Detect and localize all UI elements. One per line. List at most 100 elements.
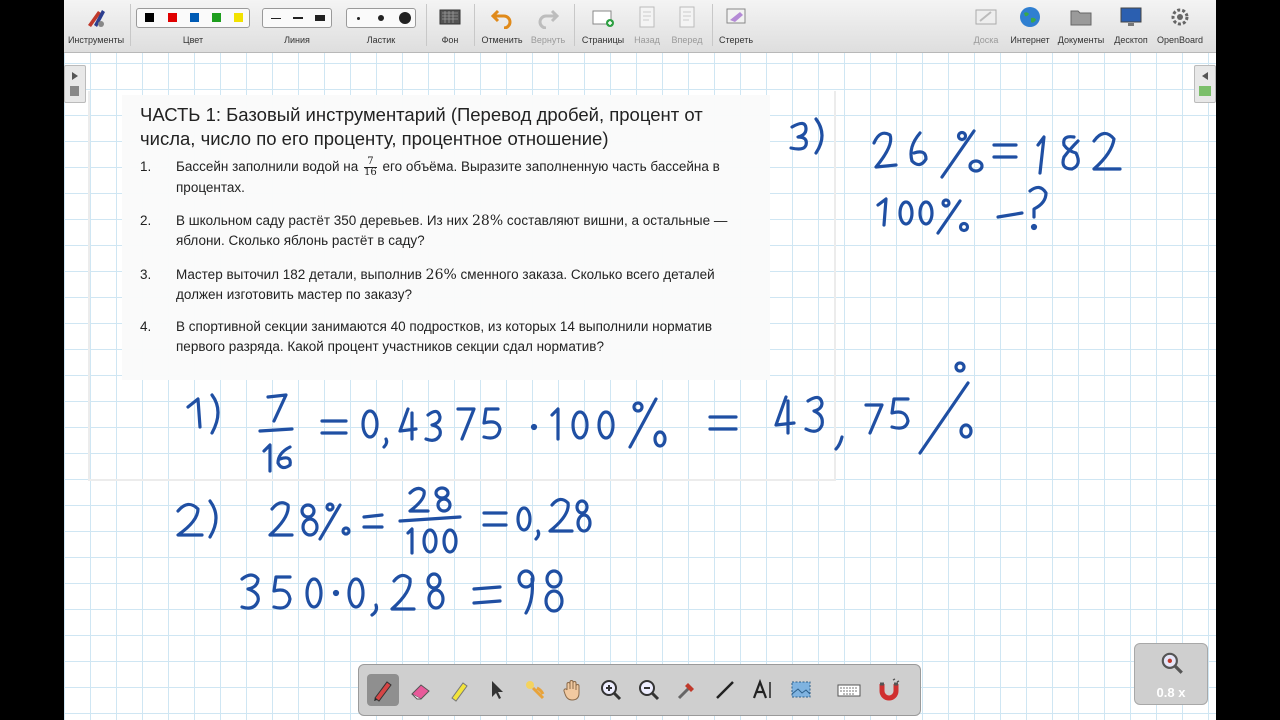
- clear-page-icon: [726, 8, 746, 24]
- undo-label: Отменить: [481, 35, 523, 45]
- tools-icon: [88, 10, 105, 27]
- laser-pointer-icon: [526, 681, 545, 700]
- keyboard-icon: [837, 684, 861, 697]
- magnet-tool-button[interactable]: [873, 674, 905, 706]
- magnet-icon: [879, 678, 900, 701]
- board-button[interactable]: Доска: [966, 0, 1006, 52]
- desktop-button[interactable]: Десктоп: [1108, 0, 1154, 52]
- capture-icon: [677, 683, 694, 700]
- toolbar-divider: [130, 4, 131, 46]
- line-thin-option[interactable]: [271, 18, 281, 19]
- line-tool-button[interactable]: [709, 674, 741, 706]
- tools-label: Инструменты: [67, 35, 125, 45]
- color-label: Цвет: [182, 35, 204, 45]
- pen-tool-button[interactable]: [367, 674, 399, 706]
- line-label: Линия: [284, 35, 310, 45]
- select-area-tool-button[interactable]: [785, 674, 817, 706]
- folder-icon: [1070, 10, 1092, 26]
- laser-tool-button[interactable]: [519, 674, 551, 706]
- gear-icon: [1171, 8, 1189, 26]
- monitor-icon: [1120, 7, 1142, 26]
- keyboard-tool-button[interactable]: [833, 674, 865, 706]
- board-label: Доска: [973, 35, 999, 45]
- eraser-tool-button[interactable]: [405, 674, 437, 706]
- globe-icon: [1020, 7, 1040, 27]
- line-width-selector: [262, 8, 332, 28]
- color-swatch-yellow[interactable]: [234, 13, 243, 22]
- hand-tool-button[interactable]: [557, 674, 589, 706]
- zoom-in-icon: [601, 680, 622, 701]
- desktop-label: Десктоп: [1114, 35, 1148, 45]
- drawing-tools-palette: [358, 664, 921, 716]
- color-swatch-blue[interactable]: [190, 13, 199, 22]
- openboard-label: OpenBoard: [1156, 35, 1204, 45]
- openboard-window: Инструменты Цвет Линия Ластик Фон Отмени…: [64, 0, 1216, 720]
- color-swatch-red[interactable]: [168, 13, 177, 22]
- handwriting-layer: [176, 117, 1122, 617]
- whiteboard-canvas[interactable]: ЧАСТЬ 1: Базовый инструментарий (Перевод…: [64, 53, 1216, 720]
- clear-label: Стереть: [718, 35, 754, 45]
- zoom-level: 0.8 x: [1156, 685, 1186, 700]
- eraser-label: Ластик: [366, 35, 396, 45]
- background-label: Фон: [441, 35, 459, 45]
- pen-icon: [374, 681, 392, 702]
- eraser-group: Ластик: [344, 0, 418, 52]
- eraser-medium-option[interactable]: [378, 15, 384, 21]
- back-label: Назад: [634, 35, 660, 45]
- background-button[interactable]: Фон: [430, 0, 470, 52]
- toolbar-divider: [574, 4, 575, 46]
- toolbar-divider: [426, 4, 427, 46]
- internet-button[interactable]: Интернет: [1006, 0, 1054, 52]
- text-icon: [752, 678, 771, 699]
- redo-label: Вернуть: [530, 35, 566, 45]
- magnifier-icon: [1161, 652, 1183, 674]
- documents-label: Документы: [1057, 35, 1105, 45]
- capture-tool-button[interactable]: [671, 674, 703, 706]
- zoom-out-tool-button[interactable]: [633, 674, 665, 706]
- redo-icon: [538, 9, 560, 29]
- pages-icon: [592, 10, 614, 27]
- color-swatch-green[interactable]: [212, 13, 221, 22]
- internet-label: Интернет: [1010, 35, 1050, 45]
- text-tool-button[interactable]: [747, 674, 779, 706]
- zoom-indicator[interactable]: 0.8 x: [1134, 643, 1208, 705]
- hand-icon: [563, 680, 580, 701]
- toolbar-divider: [474, 4, 475, 46]
- undo-icon: [490, 9, 512, 29]
- pointer-tool-button[interactable]: [481, 674, 513, 706]
- pointer-icon: [492, 681, 503, 699]
- redo-button[interactable]: Вернуть: [526, 0, 570, 52]
- highlighter-icon: [451, 682, 468, 702]
- eraser-size-selector: [346, 8, 416, 28]
- background-icon: [439, 9, 461, 25]
- top-toolbar: Инструменты Цвет Линия Ластик Фон Отмени…: [64, 0, 1216, 53]
- forward-button[interactable]: Вперед: [666, 0, 708, 52]
- line-medium-option[interactable]: [293, 17, 303, 19]
- select-area-icon: [791, 681, 811, 698]
- forward-label: Вперед: [671, 35, 703, 45]
- documents-button[interactable]: Документы: [1054, 0, 1108, 52]
- pages-label: Страницы: [581, 35, 625, 45]
- page-forward-icon: [679, 6, 695, 28]
- line-thick-option[interactable]: [315, 15, 325, 21]
- line-icon: [716, 681, 734, 699]
- zoom-in-tool-button[interactable]: [595, 674, 627, 706]
- color-selector: [136, 8, 250, 28]
- toolbar-divider: [712, 4, 713, 46]
- undo-button[interactable]: Отменить: [478, 0, 526, 52]
- ink-strokes: [176, 117, 1122, 617]
- color-swatch-black[interactable]: [145, 13, 154, 22]
- openboard-menu-button[interactable]: OpenBoard: [1154, 0, 1206, 52]
- line-group: Линия: [260, 0, 334, 52]
- pages-button[interactable]: Страницы: [578, 0, 628, 52]
- eraser-small-option[interactable]: [357, 17, 360, 20]
- zoom-out-icon: [639, 680, 660, 701]
- highlighter-tool-button[interactable]: [443, 674, 475, 706]
- color-group: Цвет: [134, 0, 252, 52]
- clear-button[interactable]: Стереть: [714, 0, 758, 52]
- page-back-icon: [639, 6, 655, 28]
- eraser-icon: [411, 684, 430, 700]
- tools-button[interactable]: Инструменты: [64, 0, 128, 52]
- back-button[interactable]: Назад: [628, 0, 666, 52]
- eraser-large-option[interactable]: [399, 12, 411, 24]
